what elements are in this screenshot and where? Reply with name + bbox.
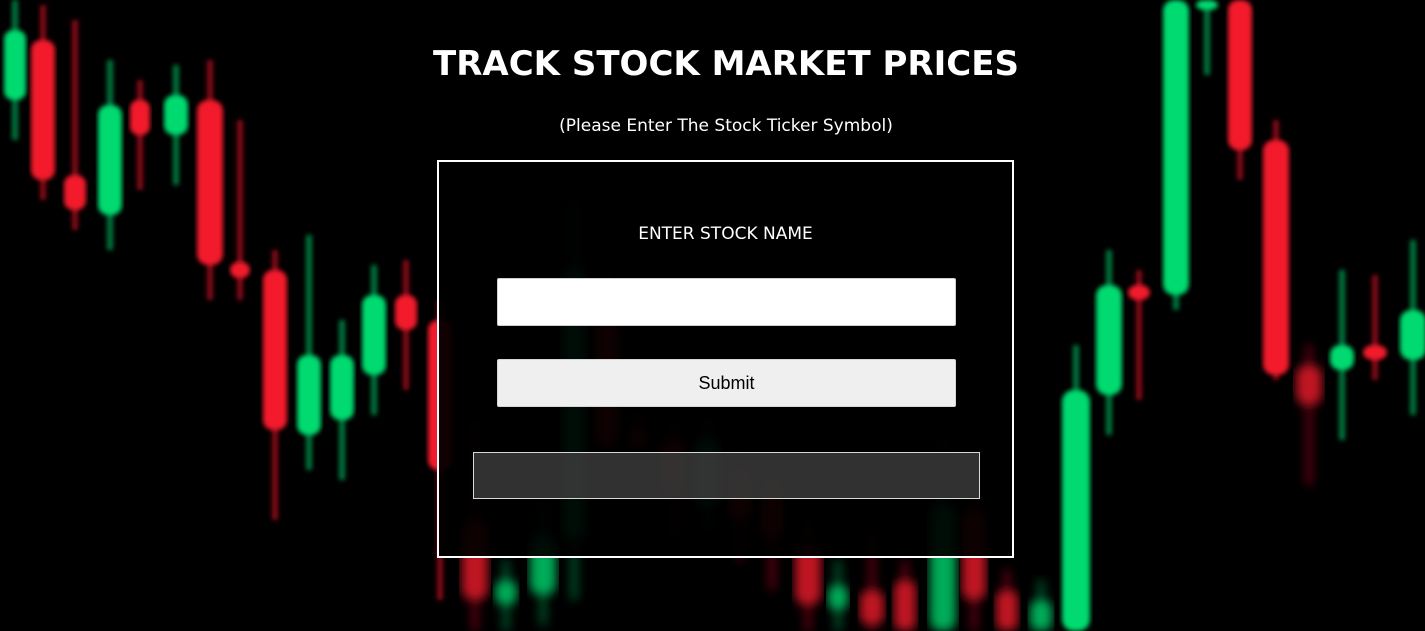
page: TRACK STOCK MARKET PRICES (Please Enter … [0,0,1425,631]
page-title: TRACK STOCK MARKET PRICES [433,44,1019,84]
result-output-box [473,452,980,499]
stock-form-card: ENTER STOCK NAME Submit [437,160,1014,558]
page-subtitle: (Please Enter The Stock Ticker Symbol) [559,116,893,136]
stock-name-input[interactable] [497,278,956,326]
stock-name-label: ENTER STOCK NAME [638,224,813,244]
submit-button[interactable]: Submit [497,359,956,407]
